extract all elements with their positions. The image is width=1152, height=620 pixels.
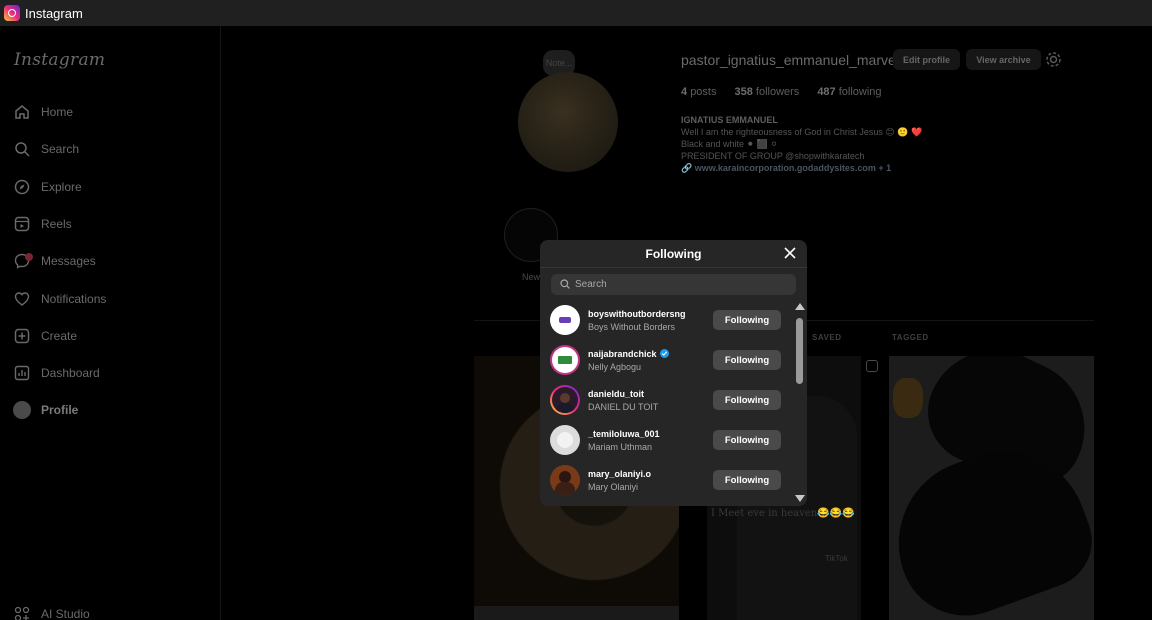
list-item[interactable]: mary_olaniyi.o Mary Olaniyi Following [550, 460, 795, 500]
sidebar-item-home[interactable]: Home [13, 100, 73, 124]
list-item[interactable]: naijabrandchick Nelly Agbogu Following [550, 340, 795, 380]
home-icon [13, 103, 31, 121]
sidebar-item-messages[interactable]: Messages [13, 249, 96, 273]
tab-tagged[interactable]: TAGGED [892, 333, 929, 342]
following-dialog: Following boyswithoutbordersng Boys With… [540, 240, 807, 506]
sidebar-item-label: Profile [41, 403, 79, 417]
list-item[interactable]: _temiloluwa_001 Mariam Uthman Following [550, 420, 795, 460]
compass-icon [13, 178, 31, 196]
username-label[interactable]: naijabrandchick [588, 349, 712, 359]
sidebar-item-notifications[interactable]: Notifications [13, 287, 106, 311]
username-label[interactable]: mary_olaniyi.o [588, 469, 712, 479]
following-button[interactable]: Following [713, 310, 781, 330]
bio-line: PRESIDENT OF GROUP @shopwithkaratech [681, 151, 865, 161]
fullname-label: Mariam Uthman [588, 441, 653, 452]
avatar[interactable] [550, 385, 580, 415]
tab-saved[interactable]: SAVED [812, 333, 841, 342]
sidebar-item-label: Create [41, 329, 78, 343]
edit-profile-button[interactable]: Edit profile [893, 49, 960, 70]
dialog-header: Following [540, 240, 807, 268]
sidebar-item-label: AI Studio [41, 607, 90, 620]
avatar[interactable] [550, 465, 580, 495]
sidebar-item-label: Explore [41, 180, 82, 194]
sidebar-item-profile[interactable]: Profile [13, 398, 78, 422]
avatar [13, 401, 31, 419]
scroll-up-arrow-icon[interactable] [795, 303, 805, 310]
following-button[interactable]: Following [713, 350, 781, 370]
plus-square-icon [13, 327, 31, 345]
following-button[interactable]: Following [713, 470, 781, 490]
profile-picture[interactable] [518, 72, 618, 172]
tiktok-watermark: TikTok [825, 554, 848, 563]
window-titlebar: Instagram [0, 0, 1152, 26]
search-input[interactable] [575, 279, 785, 290]
avatar[interactable] [550, 305, 580, 335]
search-icon [560, 276, 570, 294]
bio-line: Well I am the righteousness of God in Ch… [681, 127, 923, 137]
avatar[interactable] [550, 345, 580, 375]
search-icon [13, 140, 31, 158]
dialog-title: Following [645, 246, 702, 261]
following-button[interactable]: Following [713, 430, 781, 450]
fullname-label: Nelly Agbogu [588, 361, 642, 372]
instagram-logo[interactable]: Instagram [14, 50, 105, 70]
verified-badge-icon [659, 349, 669, 358]
scroll-down-arrow-icon[interactable] [795, 495, 805, 502]
view-archive-button[interactable]: View archive [966, 49, 1041, 70]
list-item[interactable]: boyswithoutbordersng Boys Without Border… [550, 300, 795, 340]
reel-indicator-icon [866, 360, 878, 372]
avatar[interactable] [550, 425, 580, 455]
followers-stat[interactable]: 358 followers [734, 86, 799, 98]
bio-link[interactable]: 🔗 www.karaincorporation.godaddysites.com… [681, 162, 922, 174]
sidebar-item-label: Search [41, 142, 80, 156]
window-title: Instagram [25, 5, 83, 21]
ai-studio-icon [13, 605, 31, 620]
username-label[interactable]: boyswithoutbordersng [588, 309, 712, 319]
unread-badge [25, 253, 33, 261]
sidebar-item-search[interactable]: Search [13, 137, 79, 161]
username-label[interactable]: _temiloluwa_001 [588, 429, 712, 439]
sidebar-item-explore[interactable]: Explore [13, 175, 82, 199]
profile-stats: 4 posts 358 followers 487 following [681, 86, 882, 98]
close-icon[interactable] [783, 246, 797, 260]
sidebar-item-label: Reels [41, 217, 72, 231]
sidebar-item-label: Home [41, 105, 74, 119]
new-highlight-label: New [522, 272, 541, 282]
sidebar-item-label: Dashboard [41, 366, 100, 380]
chart-icon [13, 364, 31, 382]
gear-icon[interactable] [1045, 51, 1062, 68]
instagram-app-icon [4, 5, 20, 21]
sidebar-item-label: Notifications [41, 292, 107, 306]
post-caption: I Meet eve in heaven😂😂😂 [711, 508, 855, 519]
following-button[interactable]: Following [713, 390, 781, 410]
profile-bio: IGNATIUS EMMANUEL Well I am the righteou… [681, 114, 922, 174]
messenger-icon [13, 252, 33, 270]
scrollbar-thumb[interactable] [796, 318, 803, 384]
reels-icon [13, 215, 31, 233]
fullname-label: Mary Olaniyi [588, 481, 639, 492]
sidebar-item-dashboard[interactable]: Dashboard [13, 361, 100, 385]
sidebar-item-reels[interactable]: Reels [13, 212, 72, 236]
list-item[interactable]: danieldu_toit DANIEL DU TOIT Following [550, 380, 795, 420]
heart-icon [13, 290, 31, 308]
bio-name: IGNATIUS EMMANUEL [681, 115, 778, 125]
fullname-label: Boys Without Borders [588, 321, 676, 332]
sidebar: Instagram Home Search Explore Reels Mess… [0, 26, 221, 620]
sidebar-item-create[interactable]: Create [13, 324, 77, 348]
sidebar-item-label: Messages [41, 254, 96, 268]
search-field[interactable] [551, 274, 796, 295]
following-stat[interactable]: 487 following [817, 86, 881, 98]
post-thumbnail[interactable] [889, 356, 1094, 620]
scrollbar[interactable] [794, 302, 805, 503]
fullname-label: DANIEL DU TOIT [588, 401, 659, 412]
username-label[interactable]: danieldu_toit [588, 389, 712, 399]
bio-line: Black and white ⚫ ⬛ ⚪ [681, 139, 778, 149]
sidebar-item-ai-studio[interactable]: AI Studio [13, 602, 90, 620]
profile-username: pastor_ignatius_emmanuel_marve [681, 52, 896, 68]
posts-stat: 4 posts [681, 86, 717, 98]
following-list[interactable]: boyswithoutbordersng Boys Without Border… [540, 300, 795, 506]
